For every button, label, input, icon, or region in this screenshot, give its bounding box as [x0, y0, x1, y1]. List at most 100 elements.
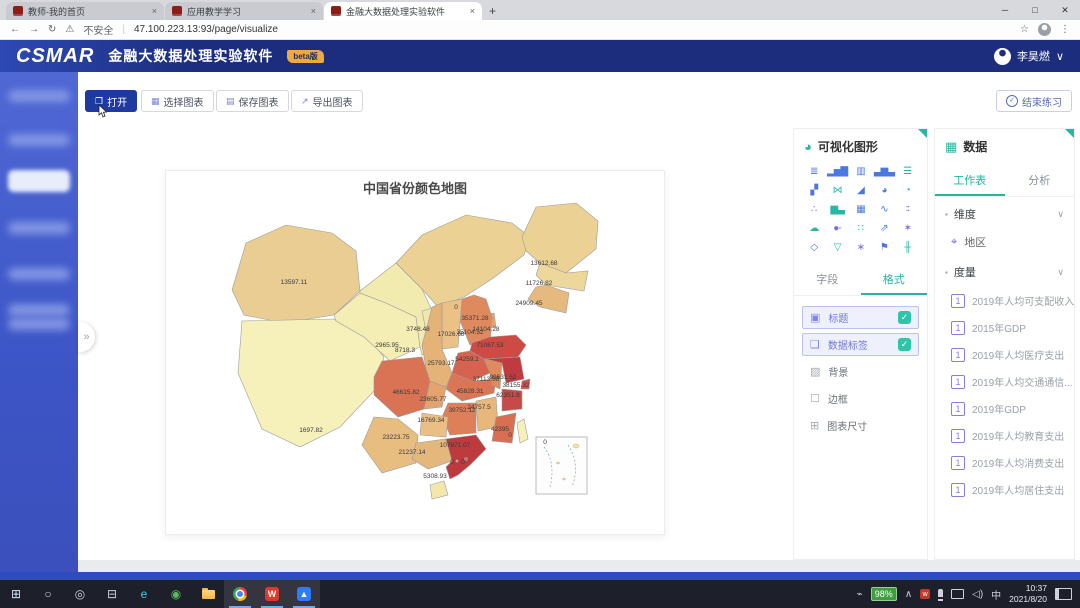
- taskbar-app-wps[interactable]: W: [256, 580, 288, 608]
- trend-line-icon[interactable]: ⇗: [872, 223, 895, 234]
- tab-close-icon[interactable]: ×: [152, 6, 157, 16]
- export-chart-button[interactable]: ↗ 导出图表: [291, 90, 363, 112]
- ime-indicator[interactable]: 中: [991, 587, 1001, 602]
- map-chart-icon[interactable]: ⚑: [872, 242, 895, 253]
- tab-format[interactable]: 格式: [861, 265, 928, 295]
- tab-worksheet[interactable]: 工作表: [935, 166, 1005, 196]
- window-maximize-button[interactable]: □: [1020, 0, 1050, 20]
- line-chart-icon[interactable]: ∿: [872, 204, 895, 215]
- horizontal-bar-icon[interactable]: ☰: [896, 166, 919, 177]
- volume-icon[interactable]: ◁): [972, 589, 983, 600]
- url-text[interactable]: 47.100.223.13:93/page/visualize: [134, 24, 278, 35]
- measure-item[interactable]: 12019年人均交通通信...: [935, 368, 1074, 395]
- dot-plot-icon[interactable]: ∶∶: [896, 204, 919, 215]
- checkbox-checked[interactable]: ✓: [898, 338, 911, 351]
- scatter-plot-icon[interactable]: ∴: [802, 204, 825, 215]
- browser-profile-avatar[interactable]: [1038, 23, 1051, 36]
- finish-practice-button[interactable]: ✓ 结束练习: [996, 90, 1072, 112]
- province-liaoning[interactable]: [528, 285, 569, 313]
- bar-chart-icon[interactable]: ▂▅▇: [825, 166, 848, 177]
- notification-center-icon[interactable]: [1055, 588, 1072, 600]
- province-shanxi[interactable]: [442, 299, 462, 349]
- taskbar-app-edge[interactable]: e: [128, 580, 160, 608]
- taskbar-app-task-view[interactable]: ⊟: [96, 580, 128, 608]
- browser-tab-3-active[interactable]: 金融大数据处理实验软件 ×: [324, 2, 482, 20]
- chevron-down-icon[interactable]: ∨: [1057, 209, 1064, 220]
- reload-icon[interactable]: ↻: [48, 24, 56, 35]
- taskbar-app-docs[interactable]: ▲: [288, 580, 320, 608]
- taskbar-app-browser-360[interactable]: ◉: [160, 580, 192, 608]
- stacked-area-icon[interactable]: ▆▃: [825, 204, 848, 215]
- bubble-chart-icon[interactable]: ●◦: [825, 223, 848, 234]
- tab-close-icon[interactable]: ×: [311, 6, 316, 16]
- treemap-icon[interactable]: ▦: [849, 204, 872, 215]
- taskbar-app-cortana[interactable]: ◎: [64, 580, 96, 608]
- radar-chart-icon[interactable]: ✶: [896, 223, 919, 234]
- window-minimize-button[interactable]: ─: [990, 0, 1020, 20]
- battery-indicator[interactable]: 98%: [871, 587, 897, 601]
- word-cloud-icon[interactable]: ☁: [802, 223, 825, 234]
- taskbar-clock[interactable]: 10:37 2021/8/20: [1009, 583, 1047, 604]
- measure-item[interactable]: 12019年GDP: [935, 395, 1074, 422]
- new-tab-button[interactable]: +: [489, 4, 496, 18]
- province-xinjiang[interactable]: [232, 225, 360, 323]
- gauge-chart-icon[interactable]: ◔: [896, 185, 919, 196]
- tray-red-app-icon[interactable]: w: [920, 589, 930, 599]
- table-chart-icon[interactable]: ≣: [802, 166, 825, 177]
- histogram-icon[interactable]: ▥: [849, 166, 872, 177]
- bookmark-star-icon[interactable]: ☆: [1020, 24, 1029, 35]
- province-hainan[interactable]: [430, 481, 448, 499]
- user-menu[interactable]: 李昊燃 ∨: [994, 48, 1064, 65]
- taskbar-app-chrome[interactable]: [224, 580, 256, 608]
- browser-tab-2[interactable]: 应用教学学习 ×: [165, 2, 323, 20]
- chevron-down-icon[interactable]: ∨: [1057, 267, 1064, 278]
- measures-section-header[interactable]: ▪ 度量 ∨: [935, 255, 1074, 287]
- taskbar-app-explorer[interactable]: [192, 580, 224, 608]
- province-sichuan[interactable]: [374, 357, 430, 417]
- measure-item[interactable]: 12019年人均可支配收入: [935, 287, 1074, 314]
- browser-menu-icon[interactable]: ⋮: [1060, 24, 1070, 35]
- network-icon[interactable]: [951, 589, 964, 599]
- grouped-bar-icon[interactable]: ▃▆▃: [872, 166, 895, 177]
- polygon-chart-icon[interactable]: ◇: [802, 242, 825, 253]
- microphone-icon[interactable]: [938, 589, 943, 599]
- province-macau[interactable]: [456, 460, 458, 462]
- format-item-background[interactable]: ▨背景: [802, 360, 919, 383]
- link-chart-icon[interactable]: ⋈: [825, 185, 848, 196]
- format-item-title[interactable]: ▣标题✓: [802, 306, 919, 329]
- format-item-border[interactable]: ☐边框: [802, 387, 919, 410]
- select-chart-button[interactable]: ▦ 选择图表: [141, 90, 214, 112]
- tab-analysis[interactable]: 分析: [1005, 166, 1075, 196]
- china-choropleth-map[interactable]: 13597.111697.822965.958718.33748.4801361…: [224, 195, 664, 525]
- combo-chart-icon[interactable]: ▞: [802, 185, 825, 196]
- measure-item[interactable]: 12015年GDP: [935, 314, 1074, 341]
- measure-item[interactable]: 12019年人均医疗支出: [935, 341, 1074, 368]
- tab-close-icon[interactable]: ×: [470, 6, 475, 16]
- taskbar-app-search[interactable]: ○: [32, 580, 64, 608]
- province-hongkong[interactable]: [464, 457, 467, 460]
- candlestick-icon[interactable]: ╫: [896, 242, 919, 253]
- sidebar-expand-button[interactable]: »: [78, 322, 95, 352]
- area-chart-icon[interactable]: ◢: [849, 185, 872, 196]
- forward-icon[interactable]: →: [29, 24, 39, 35]
- taskbar-app-start[interactable]: ⊞: [0, 580, 32, 608]
- relation-graph-icon[interactable]: ∗: [849, 242, 872, 253]
- open-button[interactable]: ❐ 打开: [85, 90, 137, 112]
- format-item-chart-size[interactable]: ⊞图表尺寸: [802, 414, 919, 437]
- format-item-data-label[interactable]: ❏数据标签✓: [802, 333, 919, 356]
- measure-item[interactable]: 12019年人均居住支出: [935, 476, 1074, 503]
- checkbox-checked[interactable]: ✓: [898, 311, 911, 324]
- browser-tab-1[interactable]: 教师-我的首页 ×: [6, 2, 164, 20]
- pie-chart-icon[interactable]: ◕: [872, 185, 895, 196]
- cluster-scatter-icon[interactable]: ∷: [849, 223, 872, 234]
- dimensions-section-header[interactable]: ▪ 维度 ∨: [935, 197, 1074, 229]
- hidden-icons-chevron[interactable]: ∧: [905, 589, 912, 600]
- dimension-item-region[interactable]: ⌖ 地区: [935, 229, 1074, 255]
- save-chart-button[interactable]: ▤ 保存图表: [216, 90, 289, 112]
- funnel-chart-icon[interactable]: ▽: [825, 242, 848, 253]
- measure-item[interactable]: 12019年人均教育支出: [935, 422, 1074, 449]
- tab-fields[interactable]: 字段: [794, 265, 861, 295]
- measure-item[interactable]: 12019年人均消费支出: [935, 449, 1074, 476]
- province-yunnan[interactable]: [362, 417, 418, 473]
- province-taiwan[interactable]: [517, 419, 528, 443]
